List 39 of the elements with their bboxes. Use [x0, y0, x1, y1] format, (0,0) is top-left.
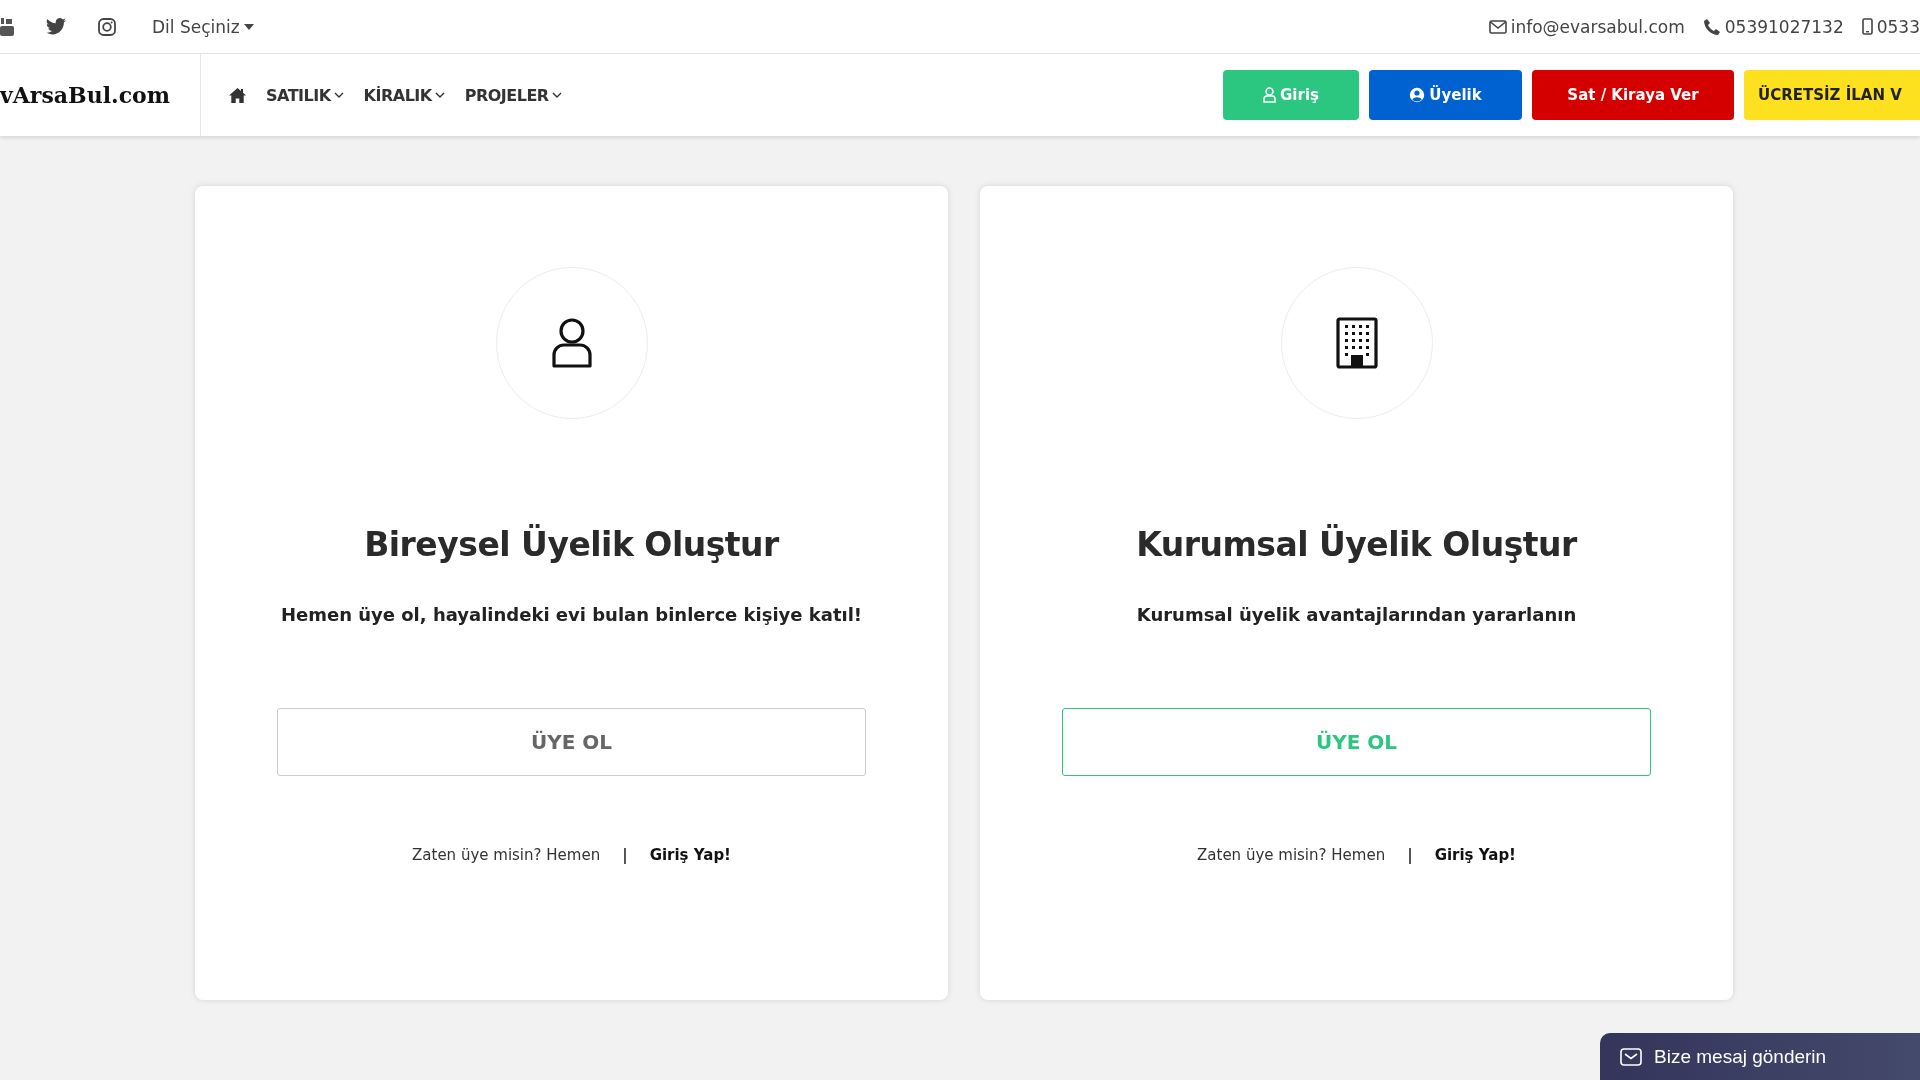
login-prompt: Zaten üye misin? Hemen — [412, 846, 601, 864]
email-link[interactable]: info@evarsabul.com — [1510, 16, 1685, 37]
card-title: Kurumsal Üyelik Oluştur — [1136, 525, 1577, 564]
caret-icon — [243, 23, 254, 30]
phone-icon — [1702, 17, 1721, 36]
separator: | — [1407, 846, 1413, 864]
home-icon[interactable] — [229, 87, 246, 103]
language-dropdown[interactable]: Dil Seçiniz — [152, 16, 254, 37]
sell-rent-button[interactable]: Sat / Kiraya Ver — [1532, 70, 1734, 120]
membership-button[interactable]: Üyelik — [1369, 70, 1522, 120]
free-listing-button[interactable]: ÜCRETSİZ İLAN V — [1744, 70, 1920, 120]
user-icon — [1263, 87, 1277, 103]
envelope-icon — [1620, 1047, 1642, 1066]
user-circle-icon — [1409, 87, 1426, 103]
menu-item[interactable]: PROJELER — [464, 85, 562, 105]
separator: | — [622, 846, 628, 864]
mobile-phone-icon — [1861, 18, 1873, 35]
envelope-icon — [1488, 19, 1507, 34]
login-prompt: Zaten üye misin? Hemen — [1197, 846, 1386, 864]
card-subtitle: Kurumsal üyelik avantajlarından yararlanın — [1136, 604, 1577, 625]
login-link[interactable]: Giriş Yap! — [649, 846, 731, 864]
message-widget[interactable]: Bize mesaj gönderin — [1600, 1033, 1920, 1080]
site-logo[interactable]: vArsaBul.com — [0, 54, 201, 136]
chevron-down-icon — [434, 92, 445, 98]
message-widget-label: Bize mesaj gönderin — [1654, 1045, 1827, 1068]
video-logo-icon[interactable] — [0, 17, 14, 36]
card-subtitle: Hemen üye ol, hayalindeki evi bulan binlerce kişiye katıl! — [280, 604, 863, 625]
mobile-number[interactable]: 0533 — [1876, 16, 1920, 37]
building-icon — [1335, 317, 1378, 369]
card-title: Bireysel Üyelik Oluştur — [364, 525, 779, 564]
chevron-down-icon — [551, 92, 562, 98]
camera-icon[interactable] — [98, 17, 116, 36]
bird-icon[interactable] — [46, 18, 66, 35]
chevron-down-icon — [333, 92, 344, 98]
menu-item[interactable]: KİRALIK — [363, 85, 445, 105]
signup-button[interactable]: ÜYE OL — [277, 708, 866, 776]
phone-number[interactable]: 05391027132 — [1724, 16, 1844, 37]
menu-item[interactable]: SATILIK — [266, 85, 344, 105]
login-link[interactable]: Giriş Yap! — [1434, 846, 1516, 864]
